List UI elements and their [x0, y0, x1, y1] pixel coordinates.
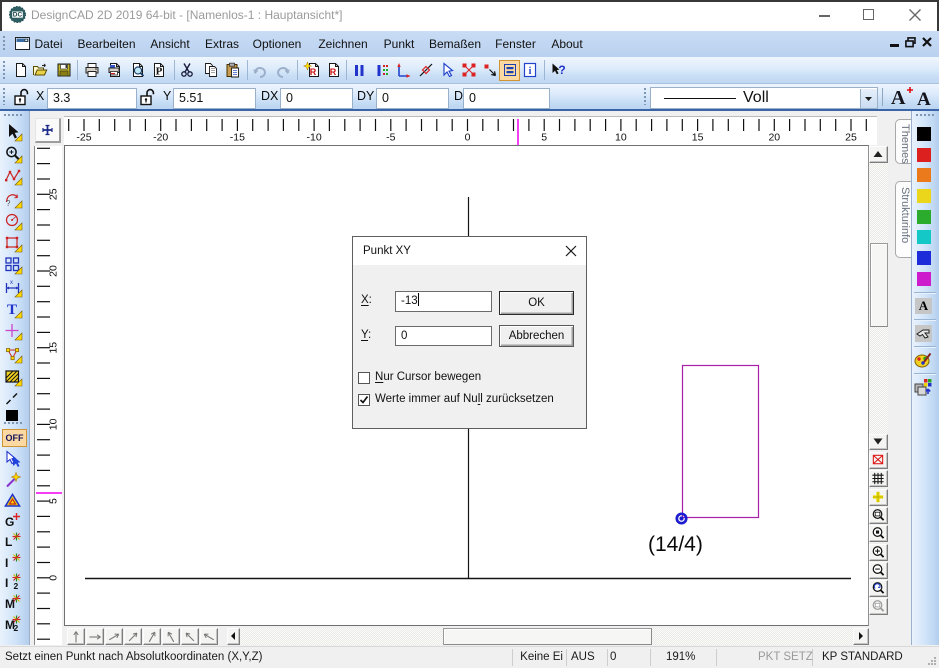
svg-text:A: A	[891, 87, 906, 109]
svg-text:20: 20	[47, 265, 59, 277]
svg-text:2: 2	[14, 623, 19, 633]
svg-text:-5: -5	[386, 132, 395, 144]
svg-text:(14/4): (14/4)	[648, 533, 703, 556]
svg-text:-20: -20	[153, 132, 168, 144]
svg-text:10: 10	[47, 418, 59, 430]
svg-text:2: 2	[14, 581, 19, 591]
svg-text:i: i	[529, 66, 532, 77]
svg-text:M: M	[5, 597, 15, 611]
svg-text:DC: DC	[13, 12, 23, 19]
svg-text:10: 10	[615, 132, 627, 144]
svg-text:15: 15	[692, 132, 704, 144]
svg-text:5: 5	[47, 498, 59, 504]
svg-text:-25: -25	[76, 132, 91, 144]
svg-text:I: I	[5, 556, 8, 570]
svg-text:0: 0	[465, 132, 471, 144]
svg-text:0: 0	[47, 575, 59, 581]
svg-text:G: G	[5, 515, 14, 529]
svg-text:A: A	[917, 89, 931, 110]
svg-text:-15: -15	[230, 132, 245, 144]
svg-text:T: T	[7, 302, 17, 318]
svg-text:15: 15	[47, 342, 59, 354]
svg-text:20: 20	[768, 132, 780, 144]
svg-text:I: I	[5, 576, 8, 590]
svg-text:25: 25	[845, 132, 857, 144]
svg-text:x: x	[10, 280, 13, 286]
svg-text:L: L	[5, 535, 12, 549]
svg-text:?: ?	[558, 63, 565, 77]
svg-text:R: R	[330, 67, 337, 77]
svg-text:R: R	[310, 67, 317, 77]
svg-text:5: 5	[541, 132, 547, 144]
svg-text:25: 25	[47, 188, 59, 200]
svg-text:P: P	[156, 66, 163, 78]
svg-text:-10: -10	[307, 132, 322, 144]
svg-text:?: ?	[6, 199, 11, 208]
